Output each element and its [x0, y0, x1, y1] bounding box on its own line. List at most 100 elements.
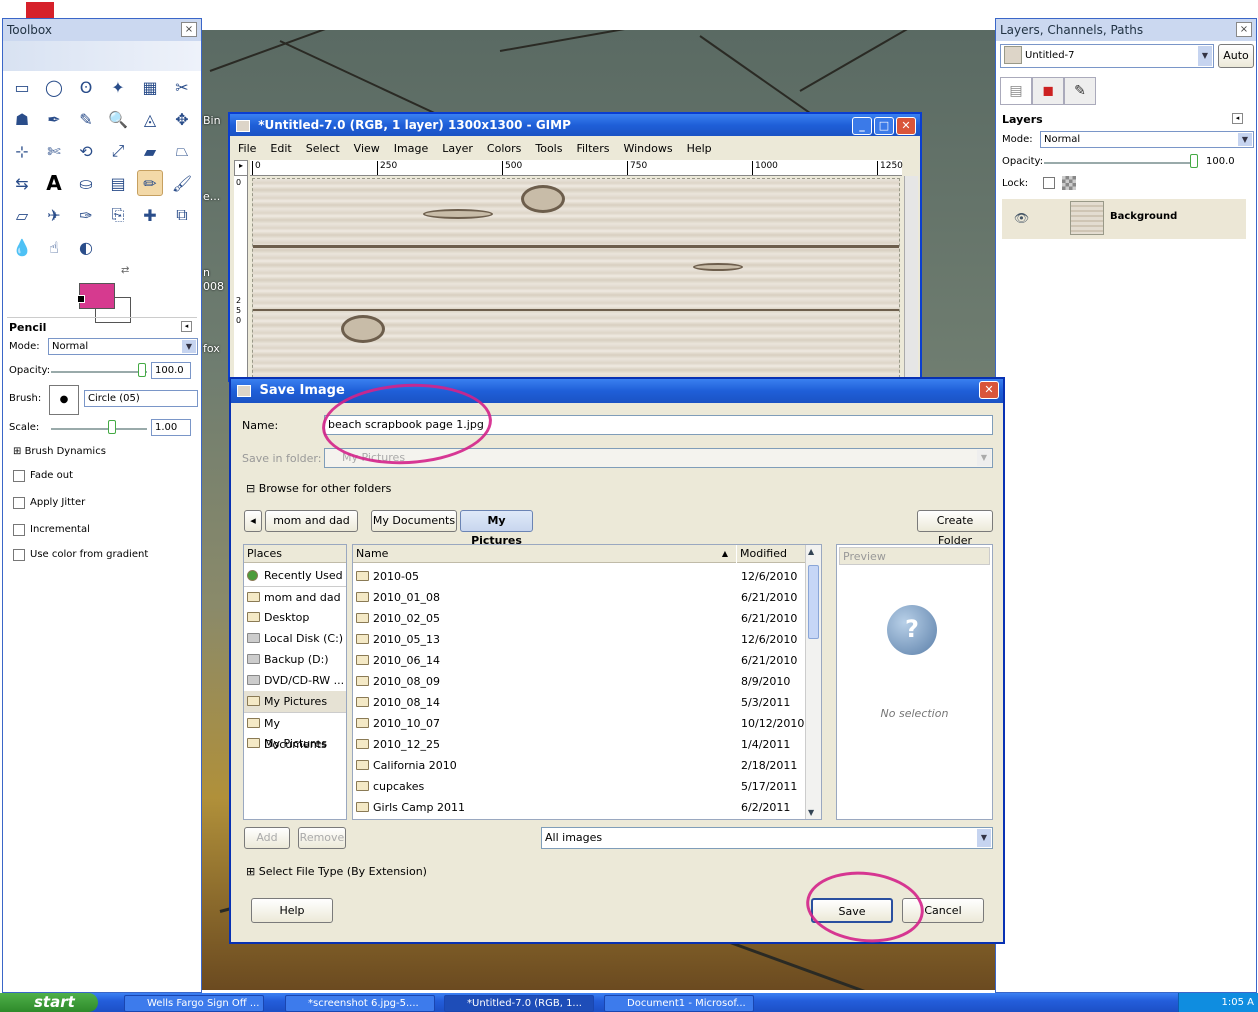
taskbar-item-gimp[interactable]: *Untitled-7.0 (RGB, 1...: [444, 995, 594, 1012]
file-row[interactable]: cupcakes 5/17/2011: [353, 776, 805, 797]
configure-icon[interactable]: ◂: [1232, 113, 1243, 124]
places-header[interactable]: Places: [244, 545, 346, 563]
crop-icon[interactable]: ✄: [41, 138, 67, 164]
vertical-scrollbar[interactable]: [904, 176, 918, 382]
default-colors-icon[interactable]: [77, 295, 85, 303]
use-gradient-checkbox[interactable]: [13, 549, 25, 561]
blur-icon[interactable]: 💧: [9, 234, 35, 260]
tab-paths[interactable]: ✎: [1064, 77, 1096, 105]
layer-name[interactable]: Background: [1110, 211, 1177, 222]
place-item[interactable]: Recently Used: [244, 565, 346, 586]
eye-icon[interactable]: 👁: [1014, 211, 1029, 225]
maximize-icon[interactable]: □: [874, 117, 894, 135]
file-row[interactable]: 2010_08_09 8/9/2010: [353, 671, 805, 692]
place-item[interactable]: DVD/CD-RW ...: [244, 670, 346, 691]
create-folder-button[interactable]: Create Folder: [917, 510, 993, 547]
file-row[interactable]: 2010_01_08 6/21/2010: [353, 587, 805, 608]
color-picker-icon[interactable]: ✎: [73, 106, 99, 132]
configure-icon[interactable]: ◂: [181, 321, 192, 332]
scissors-icon[interactable]: ✂: [169, 74, 195, 100]
close-icon[interactable]: ×: [1236, 22, 1252, 37]
place-item[interactable]: My Documents: [244, 712, 346, 751]
file-type-expander[interactable]: ⊞ Select File Type (By Extension): [246, 865, 427, 878]
layer-opacity-slider[interactable]: [1044, 162, 1194, 164]
menu-view[interactable]: View: [354, 142, 380, 155]
layers-dock-titlebar[interactable]: Layers, Channels, Paths ×: [996, 19, 1256, 41]
airbrush-icon[interactable]: ✈: [41, 202, 67, 228]
desktop-icon-label[interactable]: Bin: [203, 114, 221, 127]
file-row[interactable]: 2010_05_13 12/6/2010: [353, 629, 805, 650]
name-column-header[interactable]: Name ▲: [353, 545, 736, 563]
minimize-icon[interactable]: _: [852, 117, 872, 135]
desktop-icon-label[interactable]: 008: [203, 280, 224, 293]
file-row[interactable]: 2010_06_14 6/21/2010: [353, 650, 805, 671]
zoom-icon[interactable]: 🔍: [105, 106, 131, 132]
layer-opacity-handle[interactable]: [1190, 154, 1198, 168]
dodge-burn-icon[interactable]: ◐: [73, 234, 99, 260]
path-button-my-documents[interactable]: My Documents: [371, 510, 457, 532]
opacity-slider[interactable]: [51, 371, 147, 373]
menu-windows[interactable]: Windows: [623, 142, 672, 155]
place-item[interactable]: Local Disk (C:): [244, 628, 346, 649]
add-button[interactable]: Add: [244, 827, 290, 849]
place-item[interactable]: My Pictures: [244, 733, 346, 754]
image-select[interactable]: Untitled-7 ▼: [1000, 44, 1214, 68]
place-item[interactable]: mom and dad: [244, 586, 346, 607]
rotate-icon[interactable]: ⟲: [73, 138, 99, 164]
file-filter-select[interactable]: All images ▼: [541, 827, 993, 849]
browse-folders-expander[interactable]: ⊟ Browse for other folders: [246, 482, 391, 495]
desktop-icon-label[interactable]: fox: [203, 342, 220, 355]
align-icon[interactable]: ⊹: [9, 138, 35, 164]
text-icon[interactable]: A: [41, 170, 67, 196]
paths-icon[interactable]: ✒: [41, 106, 67, 132]
start-button[interactable]: start: [0, 993, 98, 1012]
canvas-image[interactable]: [252, 178, 900, 383]
place-item[interactable]: Desktop: [244, 607, 346, 628]
pdf-app-icon[interactable]: [26, 2, 54, 18]
opacity-slider-handle[interactable]: [138, 363, 146, 377]
mode-select[interactable]: Normal ▼: [48, 338, 198, 355]
chevron-up-icon[interactable]: ▲: [808, 547, 814, 556]
opacity-input[interactable]: 100.0: [151, 362, 191, 379]
desktop-icon-label[interactable]: e...: [203, 190, 220, 203]
ellipse-select-icon[interactable]: ◯: [41, 74, 67, 100]
taskbar-item-wells-fargo[interactable]: Wells Fargo Sign Off ...: [124, 995, 264, 1012]
menu-colors[interactable]: Colors: [487, 142, 521, 155]
menu-tools[interactable]: Tools: [535, 142, 562, 155]
file-row[interactable]: California 2010 2/18/2011: [353, 755, 805, 776]
fade-out-checkbox[interactable]: [13, 470, 25, 482]
scale-slider[interactable]: [51, 428, 147, 430]
lock-alpha-icon[interactable]: [1062, 176, 1076, 190]
file-row[interactable]: 2010_12_25 1/4/2011: [353, 734, 805, 755]
swap-colors-icon[interactable]: ⇄: [121, 265, 129, 276]
taskbar-item-screenshot[interactable]: *screenshot 6.jpg-5....: [285, 995, 435, 1012]
eraser-icon[interactable]: ▱: [9, 202, 35, 228]
menu-edit[interactable]: Edit: [270, 142, 291, 155]
scale-slider-handle[interactable]: [108, 420, 116, 434]
color-select-icon[interactable]: ▦: [137, 74, 163, 100]
image-window-titlebar[interactable]: *Untitled-7.0 (RGB, 1 layer) 1300x1300 -…: [230, 114, 920, 136]
foreground-select-icon[interactable]: ☗: [9, 106, 35, 132]
files-scrollbar-thumb[interactable]: [808, 565, 819, 639]
place-item[interactable]: Backup (D:): [244, 649, 346, 670]
rect-select-icon[interactable]: ▭: [9, 74, 35, 100]
ink-icon[interactable]: ✑: [73, 202, 99, 228]
heal-icon[interactable]: ✚: [137, 202, 163, 228]
scale-icon[interactable]: ⤢: [105, 138, 131, 164]
remove-button[interactable]: Remove: [298, 827, 346, 849]
path-button-my-pictures[interactable]: My Pictures: [460, 510, 533, 547]
menu-layer[interactable]: Layer: [442, 142, 473, 155]
close-icon[interactable]: ✕: [979, 381, 999, 399]
place-item[interactable]: My Pictures: [244, 691, 346, 712]
files-scrollbar[interactable]: ▼ ▲: [805, 545, 821, 819]
file-row[interactable]: 2010_10_07 10/12/2010: [353, 713, 805, 734]
chevron-down-icon[interactable]: ▼: [808, 808, 814, 817]
toolbox-titlebar[interactable]: Toolbox ×: [3, 19, 201, 41]
clone-icon[interactable]: ⎘: [105, 202, 131, 228]
flip-icon[interactable]: ⇆: [9, 170, 35, 196]
menu-help[interactable]: Help: [687, 142, 712, 155]
scale-input[interactable]: 1.00: [151, 419, 191, 436]
bucket-fill-icon[interactable]: ⛀: [73, 170, 99, 196]
lock-pixels-checkbox[interactable]: [1043, 177, 1055, 189]
tab-layers[interactable]: ▤: [1000, 77, 1032, 105]
